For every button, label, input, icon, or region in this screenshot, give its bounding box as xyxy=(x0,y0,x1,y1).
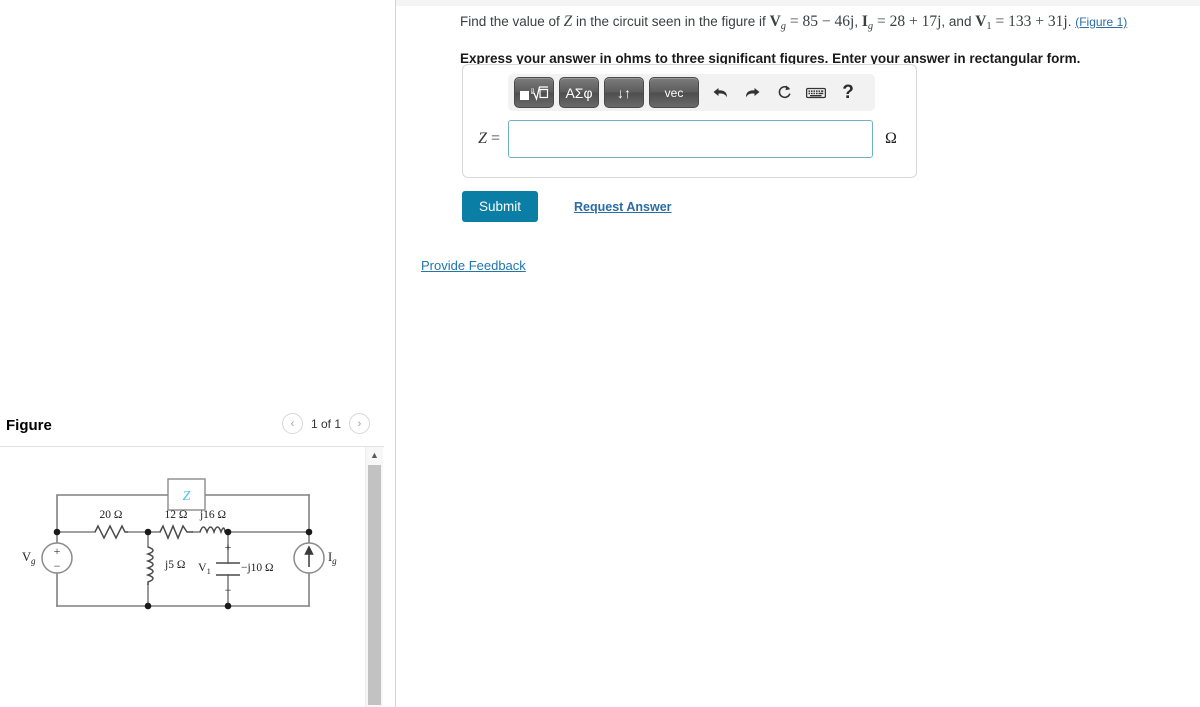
figure-1-link[interactable]: (Figure 1) xyxy=(1075,15,1127,29)
inductor-j5-ohm xyxy=(145,546,154,585)
inductor-j5-ohm-label: j5 Ω xyxy=(164,559,185,571)
answer-unit: Ω xyxy=(885,130,897,147)
question-comma2: , and xyxy=(941,14,976,29)
page-root: Find the value of Z in the circuit seen … xyxy=(0,0,1200,707)
vg-plus-sign: + xyxy=(54,544,61,558)
panel-divider xyxy=(395,0,396,707)
figure-next-button[interactable]: › xyxy=(349,413,370,434)
undo-glyph xyxy=(713,88,727,98)
capacitor-label: −j10 Ω xyxy=(241,562,274,574)
inductor-j16-ohm xyxy=(199,526,226,535)
undo-icon[interactable] xyxy=(707,78,733,107)
voltage-source-vg-label: Vg xyxy=(22,550,36,566)
question-panel: Find the value of Z in the circuit seen … xyxy=(440,0,1180,66)
math-toolbar: n ΑΣφ ↓↑ vec ? xyxy=(508,74,875,111)
provide-feedback-link[interactable]: Provide Feedback xyxy=(421,258,526,273)
figure-header: Figure ‹ 1 of 1 › xyxy=(0,405,384,445)
updown-arrows-button[interactable]: ↓↑ xyxy=(604,77,644,108)
vg-minus-sign: − xyxy=(54,559,61,573)
question-comma1: , xyxy=(854,14,862,29)
figure-page-indicator: 1 of 1 xyxy=(310,416,341,431)
request-answer-link[interactable]: Request Answer xyxy=(574,200,671,214)
submit-row: Submit Request Answer xyxy=(462,191,672,222)
answer-input[interactable] xyxy=(508,120,873,158)
question-ig-value: = 28 + 17j xyxy=(873,13,942,30)
inductor-j16-ohm-label: j16 Ω xyxy=(199,509,226,521)
figure-body: Z 20 Ω 12 Ω j16 Ω j5 Ω −j10 Ω V1 + − + −… xyxy=(0,447,366,707)
redo-icon[interactable] xyxy=(739,78,765,107)
question-text: Find the value of Z in the circuit seen … xyxy=(460,10,1180,35)
v1-minus-sign: − xyxy=(225,583,232,597)
answer-label: Z = xyxy=(463,130,508,148)
answer-row: Z = Ω xyxy=(463,120,918,158)
resistor-20-ohm-label: 20 Ω xyxy=(100,509,123,521)
resistor-12-ohm-label: 12 Ω xyxy=(165,509,188,521)
impedance-z-label: Z xyxy=(183,489,191,504)
updown-arrows-label: ↓↑ xyxy=(617,84,631,101)
vector-label: vec xyxy=(664,85,684,100)
scroll-up-icon[interactable]: ▲ xyxy=(366,447,383,463)
question-var-z: Z xyxy=(563,13,573,30)
figure-prev-button[interactable]: ‹ xyxy=(281,413,303,434)
resistor-20-ohm xyxy=(94,524,128,540)
question-prefix: Find the value of xyxy=(460,14,564,29)
current-source-ig-label: Ig xyxy=(328,550,337,566)
question-vg-symbol: V xyxy=(769,13,781,30)
scrollbar-thumb[interactable] xyxy=(368,465,381,705)
help-glyph: ? xyxy=(842,81,854,103)
template-root-button[interactable]: n xyxy=(514,77,554,108)
resistor-12-ohm xyxy=(159,524,193,540)
circuit-diagram: Z 20 Ω 12 Ω j16 Ω j5 Ω −j10 Ω V1 + − + −… xyxy=(22,478,337,610)
figure-scrollbar[interactable]: ▲ xyxy=(365,447,383,707)
vector-button[interactable]: vec xyxy=(649,77,699,108)
keyboard-icon[interactable] xyxy=(803,78,829,107)
question-mid: in the circuit seen in the figure if xyxy=(572,14,770,29)
figure-panel-title: Figure xyxy=(6,416,52,434)
question-v1-symbol: V xyxy=(975,13,987,30)
figure-pager: ‹ 1 of 1 › xyxy=(281,413,370,434)
reset-glyph xyxy=(778,85,791,99)
greek-letters-label: ΑΣφ xyxy=(565,84,593,101)
redo-glyph xyxy=(745,88,759,98)
question-v1-value: = 133 + 31j xyxy=(991,13,1068,30)
voltage-v1-label: V1 xyxy=(198,560,211,576)
greek-letters-button[interactable]: ΑΣφ xyxy=(559,77,599,108)
keyboard-glyph xyxy=(806,87,826,98)
answer-label-var: Z xyxy=(478,130,487,147)
submit-button[interactable]: Submit xyxy=(462,191,539,222)
help-icon[interactable]: ? xyxy=(835,78,861,107)
v1-plus-sign: + xyxy=(225,540,232,554)
answer-label-eq: = xyxy=(486,130,500,147)
template-root-glyph: n xyxy=(520,86,549,101)
capacitor-neg-j10-ohm xyxy=(216,562,240,576)
question-vg-value: = 85 − 46j xyxy=(786,13,855,30)
answer-card: n ΑΣφ ↓↑ vec ? Z = Ω xyxy=(462,64,917,178)
reset-icon[interactable] xyxy=(771,78,797,107)
